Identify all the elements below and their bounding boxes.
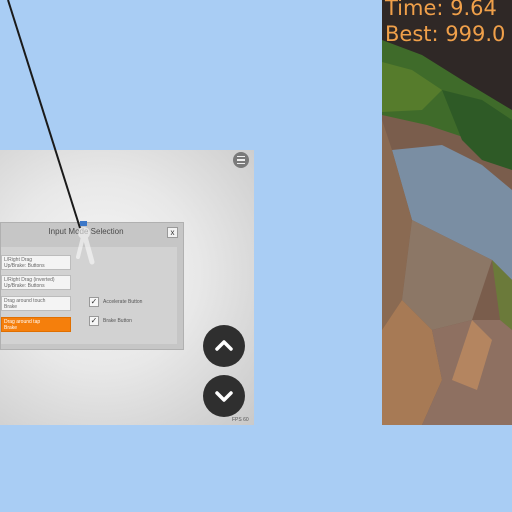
- brake-label: Brake Button: [103, 318, 132, 324]
- time-display: Time: 9.64: [385, 0, 497, 20]
- option-sublabel: Up/Brake: Buttons: [4, 263, 45, 269]
- option-sublabel: Brake: [4, 325, 18, 331]
- option-drag-inverted[interactable]: L/Right Drag (inverted) Up/Brake: Button…: [1, 275, 71, 290]
- dialog-content: L/Right Drag Up/Brake: Buttons L/Right D…: [1, 247, 177, 344]
- menu-icon[interactable]: [233, 152, 249, 168]
- accelerate-checkbox[interactable]: ✓: [89, 297, 99, 307]
- close-button[interactable]: x: [167, 227, 178, 238]
- option-drag-around-tap[interactable]: Drag around tap Brake: [1, 317, 71, 332]
- fps-counter: FPS 60: [232, 417, 249, 423]
- chevron-up-icon: [215, 340, 233, 351]
- brake-checkbox[interactable]: ✓: [89, 316, 99, 326]
- accelerate-up-button[interactable]: [203, 325, 245, 367]
- dialog-title: Input Mode Selection: [48, 227, 124, 236]
- option-drag-around-touch[interactable]: Drag around touch Brake: [1, 296, 71, 311]
- accelerate-label: Accelerate Button: [103, 299, 143, 305]
- chevron-down-icon: [215, 391, 233, 402]
- option-drag-buttons[interactable]: L/Right Drag Up/Brake: Buttons: [1, 255, 71, 270]
- option-sublabel: Up/Brake: Buttons: [4, 283, 45, 289]
- best-display: Best: 999.0: [385, 22, 506, 46]
- input-mode-dialog: Input Mode Selection x L/Right Drag Up/B…: [0, 222, 184, 350]
- terrain-scene: [382, 0, 512, 425]
- accelerate-button-toggle[interactable]: ✓ Accelerate Button: [89, 297, 142, 307]
- right-phone-screen: Time: 9.64 Best: 999.0: [382, 0, 512, 425]
- left-phone-screen: Input Mode Selection x L/Right Drag Up/B…: [0, 150, 254, 425]
- option-sublabel: Brake: [4, 304, 18, 310]
- brake-down-button[interactable]: [203, 375, 245, 417]
- brake-button-toggle[interactable]: ✓ Brake Button: [89, 316, 132, 326]
